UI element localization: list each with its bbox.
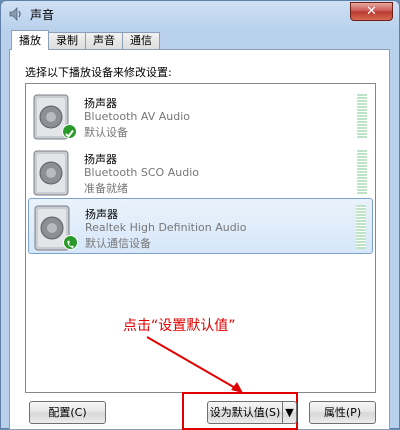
- properties-button[interactable]: 属性(P): [309, 401, 376, 424]
- annotation-text: 点击“设置默认值”: [123, 318, 236, 334]
- set-default-dropdown-button[interactable]: ▼: [283, 401, 297, 424]
- configure-button[interactable]: 配置(C): [29, 401, 106, 424]
- set-default-button[interactable]: 设为默认值(S): [207, 401, 283, 424]
- chevron-down-icon: ▼: [285, 406, 294, 419]
- annotation-arrow: [146, 336, 243, 393]
- sound-dialog: 声音 ✕ 播放 录制 声音 通信 选择以下播放设备来修改设置: 扬声器 Blue…: [0, 0, 400, 430]
- tab-playback[interactable]: 播放: [11, 30, 49, 50]
